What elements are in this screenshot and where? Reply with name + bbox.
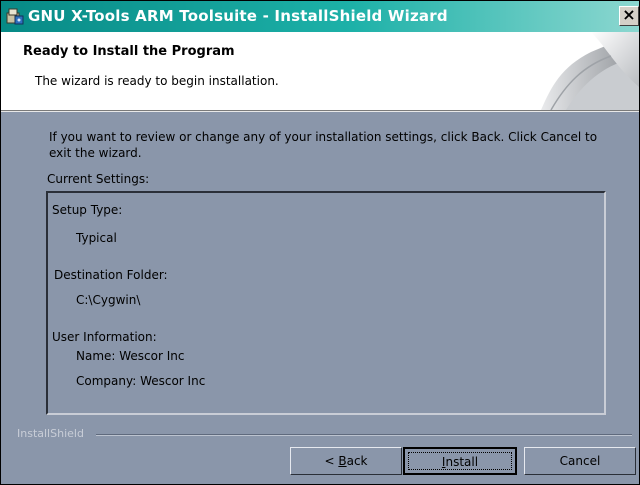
destination-folder-value: C:\Cygwin\ <box>76 293 141 307</box>
destination-folder-label: Destination Folder: <box>54 268 168 282</box>
user-company-value: Company: Wescor Inc <box>76 374 206 388</box>
intro-text: If you want to review or change any of y… <box>49 130 598 160</box>
back-button-prefix: < <box>324 454 339 468</box>
window-title: GNU X-Tools ARM Toolsuite - InstallShiel… <box>28 7 448 25</box>
header-banner-art <box>541 32 639 110</box>
wizard-window: GNU X-Tools ARM Toolsuite - InstallShiel… <box>0 0 640 485</box>
user-name-value: Name: Wescor Inc <box>76 349 185 363</box>
installer-app-icon <box>6 8 24 25</box>
install-button[interactable]: Install <box>403 447 517 475</box>
setup-type-label: Setup Type: <box>52 203 123 217</box>
close-icon[interactable]: × <box>620 5 638 24</box>
setup-type-value: Typical <box>76 231 117 245</box>
header-divider <box>1 110 639 112</box>
header-panel: Ready to Install the Program The wizard … <box>1 32 639 110</box>
page-title: Ready to Install the Program <box>23 44 235 59</box>
back-button[interactable]: < Back <box>290 447 402 475</box>
title-bar[interactable]: GNU X-Tools ARM Toolsuite - InstallShiel… <box>1 1 639 32</box>
cancel-button[interactable]: Cancel <box>524 447 636 475</box>
current-settings-box[interactable]: Setup Type: Typical Destination Folder: … <box>46 191 606 415</box>
page-subtitle: The wizard is ready to begin installatio… <box>35 74 279 88</box>
footer-divider <box>96 434 632 436</box>
install-focus-rect <box>408 452 512 470</box>
user-information-label: User Information: <box>52 330 157 344</box>
close-button[interactable]: × <box>619 5 639 26</box>
current-settings-label: Current Settings: <box>47 172 150 186</box>
installshield-brand: InstallShield <box>17 427 84 440</box>
back-button-rest: ack <box>346 454 368 468</box>
back-button-accel: B <box>338 454 347 468</box>
